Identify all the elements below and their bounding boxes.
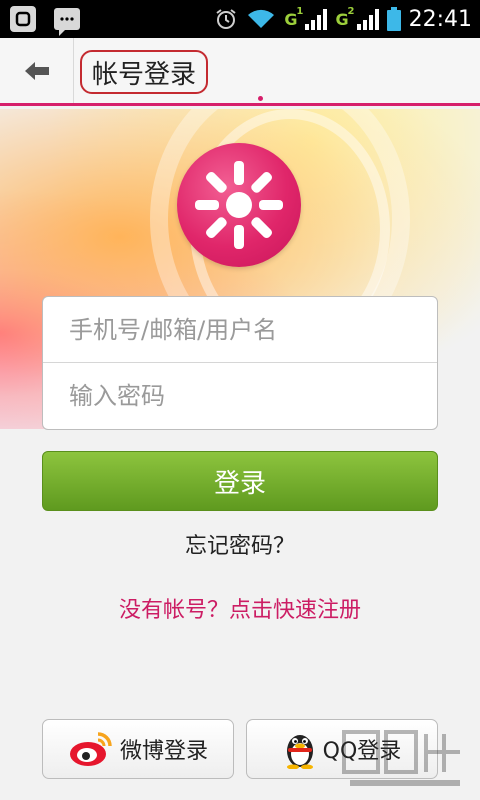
title-bar: 帐号登录	[0, 38, 480, 106]
signal-icon-2	[356, 8, 379, 30]
password-field-row	[43, 363, 437, 429]
watermark-logo	[342, 730, 460, 786]
password-input[interactable]	[69, 382, 409, 410]
username-field-row	[43, 297, 437, 363]
indicator-dot	[258, 96, 263, 101]
message-icon	[54, 8, 80, 36]
battery-icon	[386, 7, 401, 31]
status-bar: G1 G2 22:41	[0, 0, 480, 38]
weibo-login-label: 微博登录	[119, 739, 208, 764]
qq-penguin-icon	[286, 735, 313, 769]
network-type-2: G2	[335, 5, 355, 29]
clock: 22:41	[408, 6, 472, 32]
weibo-login-button[interactable]: 微博登录	[42, 719, 234, 779]
network-type-1: G1	[284, 5, 304, 29]
weibo-icon	[69, 732, 112, 766]
forgot-password-link[interactable]: 忘记密码？	[0, 528, 480, 560]
app-logo	[177, 143, 301, 267]
username-input[interactable]	[69, 315, 409, 344]
title-highlight: 帐号登录	[80, 50, 209, 94]
register-link[interactable]: 没有帐号？点击快速注册	[0, 592, 480, 624]
wifi-icon	[248, 9, 275, 28]
signal-icon-1	[305, 8, 328, 30]
login-button[interactable]: 登录	[42, 451, 438, 511]
back-button[interactable]	[0, 38, 74, 103]
app-notification-icon	[10, 6, 36, 32]
back-arrow-icon	[24, 61, 49, 80]
login-form	[42, 296, 438, 430]
alarm-icon	[216, 9, 236, 29]
page-title: 帐号登录	[92, 59, 197, 90]
